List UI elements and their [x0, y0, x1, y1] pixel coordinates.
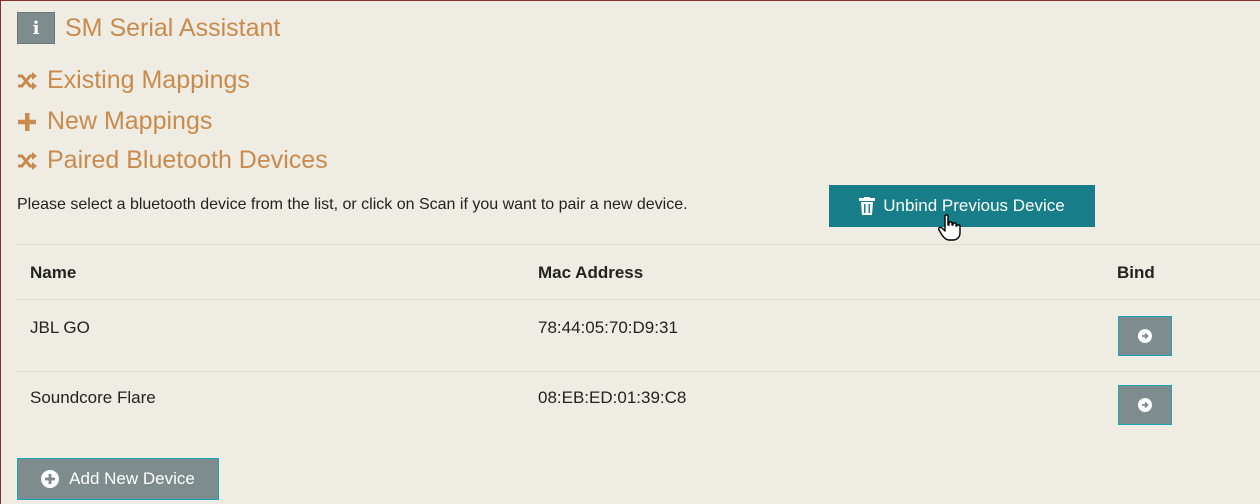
device-mac: 78:44:05:70:D9:31: [538, 318, 678, 337]
nav-label: Paired Bluetooth Devices: [47, 146, 328, 174]
arrow-right-circle-icon: [1138, 398, 1152, 412]
hand-cursor-icon: [938, 214, 962, 242]
trash-icon: [859, 197, 876, 215]
table-row-divider: [17, 371, 1260, 372]
add-new-device-label: Add New Device: [69, 469, 195, 488]
unbind-previous-device-button[interactable]: Unbind Previous Device: [829, 185, 1095, 227]
instruction-text: Please select a bluetooth device from th…: [17, 196, 688, 213]
bind-button[interactable]: [1118, 316, 1172, 356]
device-mac: 08:EB:ED:01:39:C8: [538, 388, 687, 407]
column-header-mac: Mac Address: [538, 263, 644, 282]
info-icon: i: [32, 17, 40, 39]
nav-label: Existing Mappings: [47, 66, 250, 94]
shuffle-icon: [17, 71, 37, 91]
nav-existing-mappings[interactable]: Existing Mappings: [17, 66, 250, 95]
nav-new-mappings[interactable]: New Mappings: [17, 107, 212, 136]
add-new-device-button[interactable]: Add New Device: [17, 458, 219, 500]
shuffle-icon: [17, 151, 37, 171]
device-name: JBL GO: [30, 318, 90, 337]
nav-paired-devices[interactable]: Paired Bluetooth Devices: [17, 146, 328, 175]
info-button[interactable]: i: [17, 12, 55, 44]
app-title: SM Serial Assistant: [65, 13, 281, 42]
device-name: Soundcore Flare: [30, 388, 156, 407]
nav-label: New Mappings: [47, 107, 213, 135]
column-header-name: Name: [30, 263, 77, 282]
app-header: i SM Serial Assistant: [17, 12, 280, 44]
bind-button[interactable]: [1118, 385, 1172, 425]
table-header-divider: [17, 299, 1260, 300]
arrow-right-circle-icon: [1138, 329, 1152, 343]
plus-icon: [17, 112, 37, 132]
unbind-label: Unbind Previous Device: [883, 196, 1065, 215]
table-top-border: [17, 244, 1260, 245]
column-header-bind: Bind: [1117, 263, 1155, 282]
plus-circle-icon: [41, 470, 60, 488]
